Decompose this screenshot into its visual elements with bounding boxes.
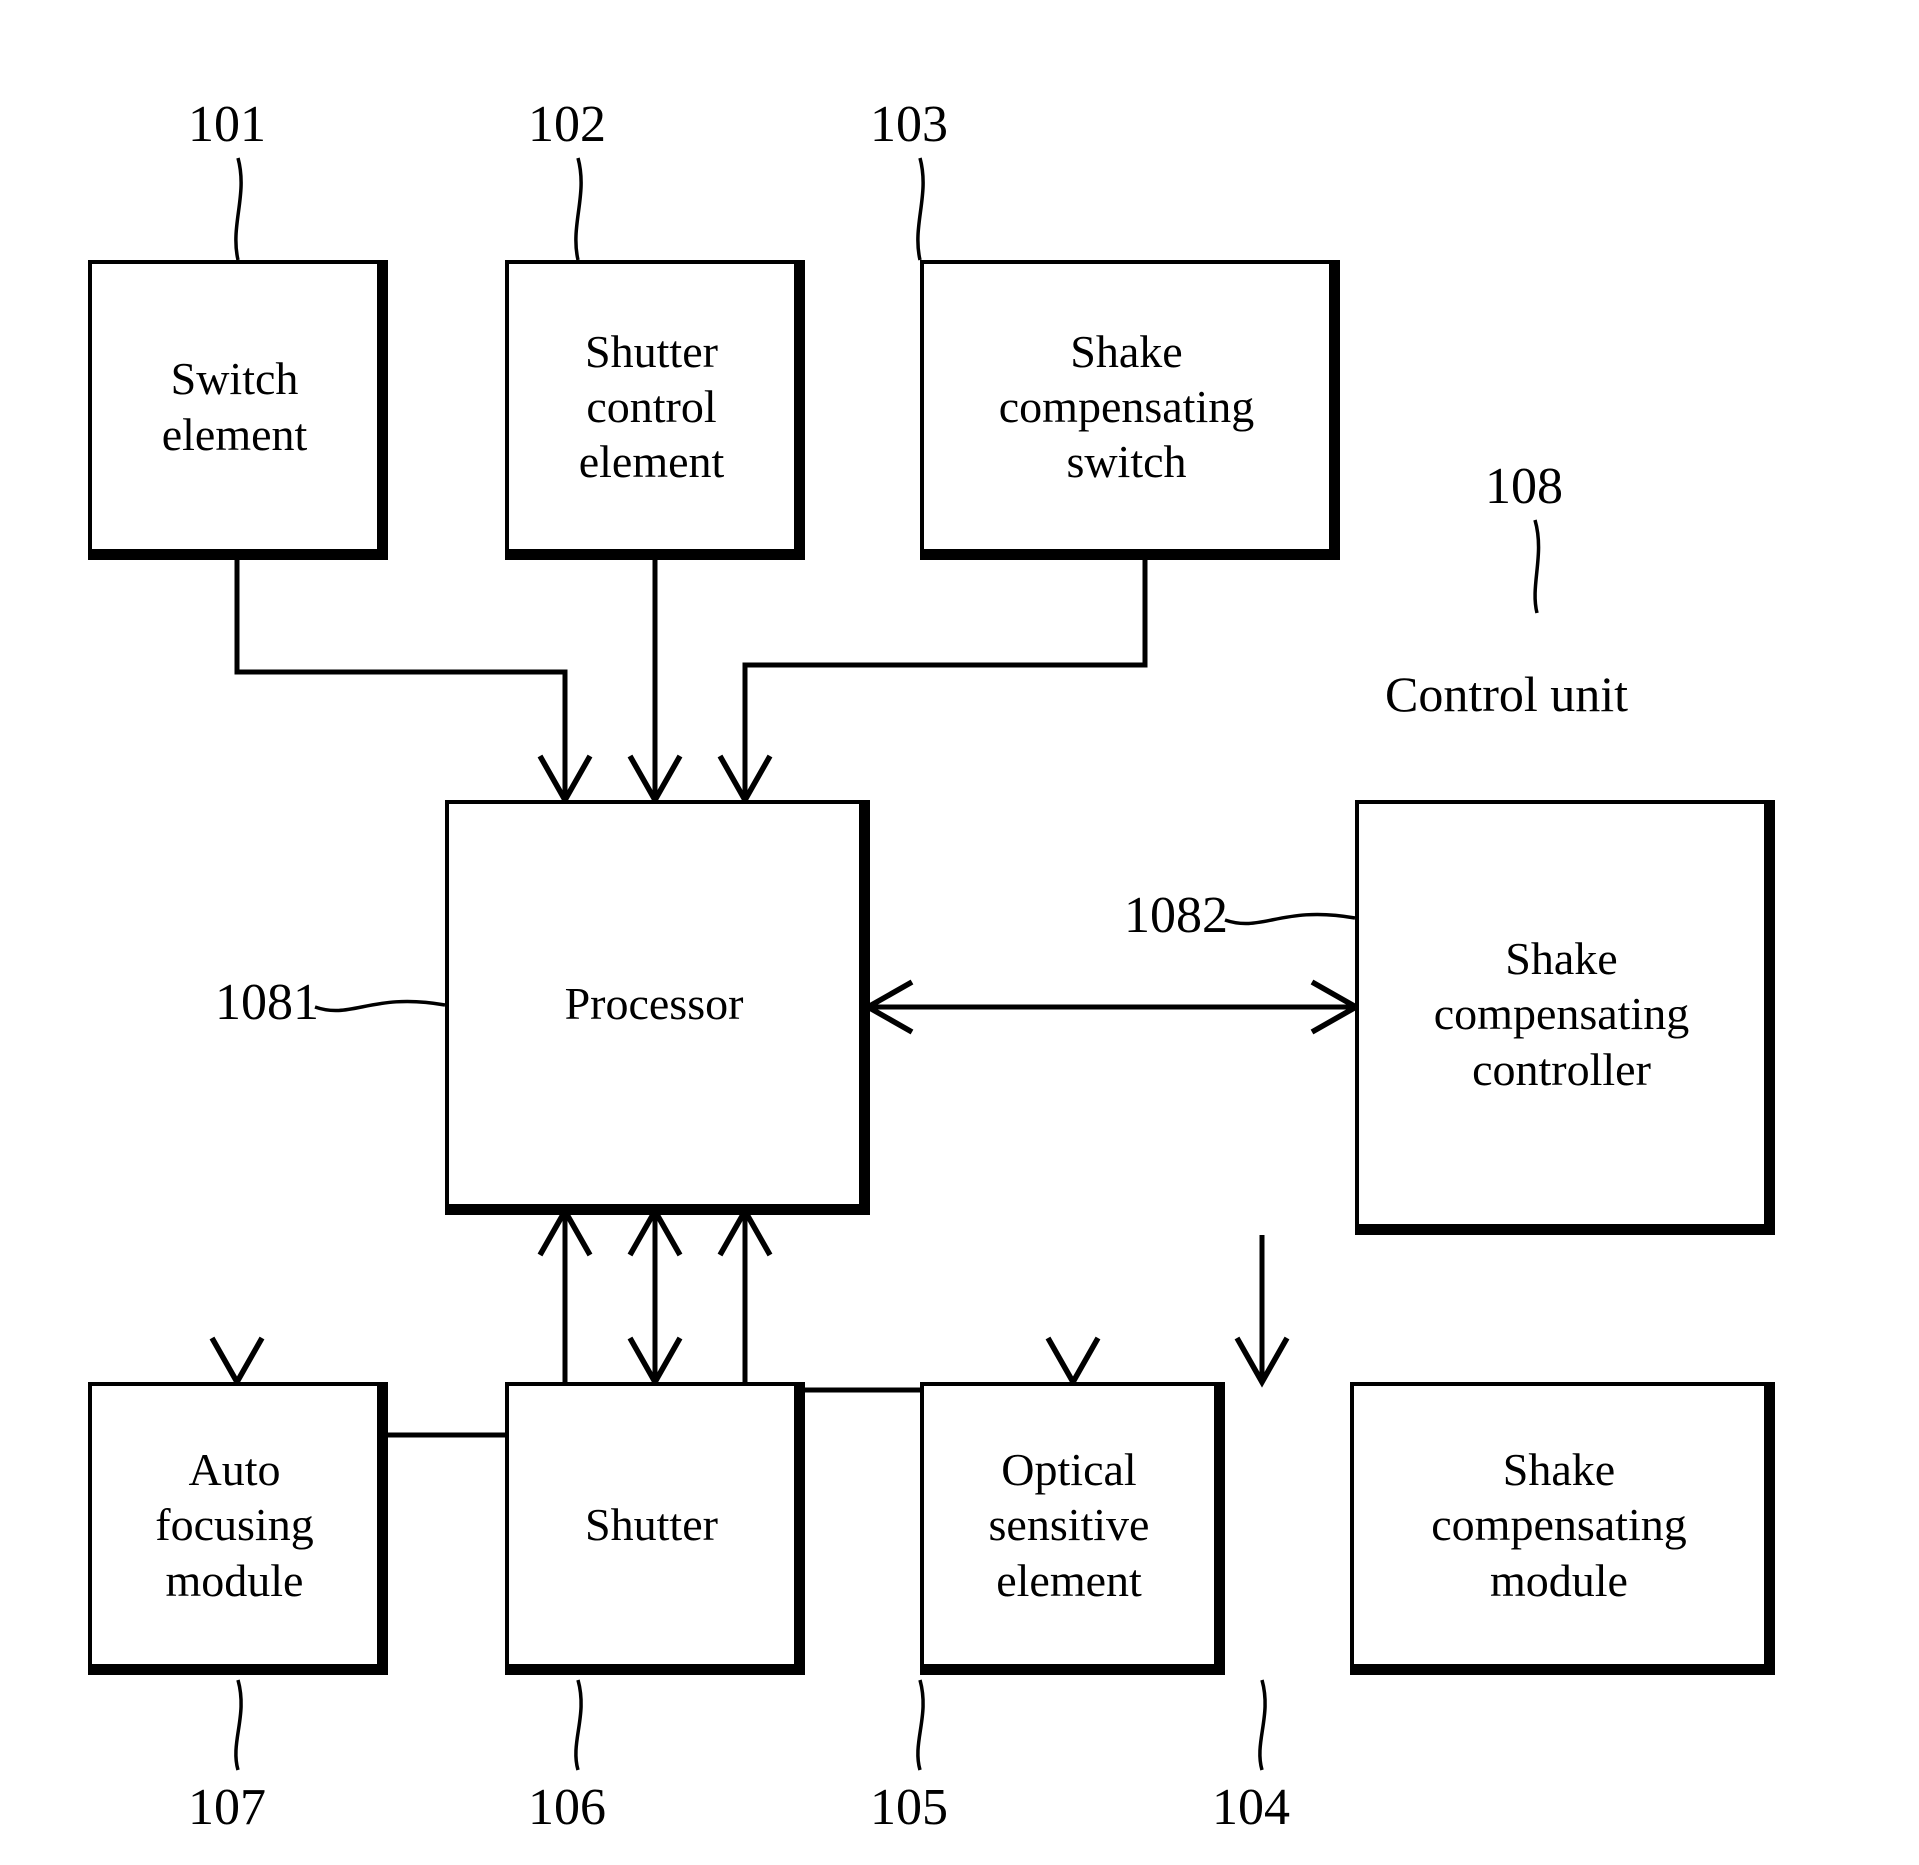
control-unit-label: Control unit bbox=[1385, 666, 1629, 722]
wire-processor-to-optical-sensitive bbox=[742, 1215, 1076, 1393]
block-optical-sensitive-element-label: Optical sensitive element bbox=[988, 1444, 1150, 1606]
block-auto-focusing-module[interactable]: Auto focusing module bbox=[88, 1382, 388, 1675]
ref-leader-102 bbox=[574, 157, 583, 261]
block-auto-focusing-module-label: Auto focusing module bbox=[155, 1444, 314, 1606]
block-processor-label: Processor bbox=[564, 978, 744, 1030]
ref-leader-107 bbox=[234, 1679, 243, 1771]
ref-number-107: 107 bbox=[188, 1779, 266, 1836]
ref-number-105: 105 bbox=[870, 1779, 948, 1836]
block-optical-sensitive-element[interactable]: Optical sensitive element bbox=[920, 1382, 1225, 1675]
block-processor[interactable]: Processor bbox=[445, 800, 870, 1215]
block-shutter[interactable]: Shutter bbox=[505, 1382, 805, 1675]
block-shutter-control-element[interactable]: Shutter control element bbox=[505, 260, 805, 560]
arrowhead-optical-down bbox=[1045, 1336, 1101, 1388]
ref-number-1081: 1081 bbox=[215, 974, 319, 1031]
ref-number-106: 106 bbox=[528, 1779, 606, 1836]
arrowhead-auto-focusing-down bbox=[209, 1336, 265, 1388]
block-switch-element-label: Switch element bbox=[161, 353, 308, 460]
ref-number-103: 103 bbox=[870, 96, 948, 153]
block-shake-compensating-controller[interactable]: Shake compensating controller bbox=[1355, 800, 1775, 1235]
block-shutter-label: Shutter bbox=[585, 1499, 718, 1551]
figure-canvas: 101 102 103 108 1081 1082 107 106 105 10… bbox=[0, 0, 1919, 1865]
wire-shake-switch-to-processor bbox=[742, 560, 1148, 795]
ref-leader-103 bbox=[916, 157, 925, 261]
block-shake-compensating-module[interactable]: Shake compensating module bbox=[1350, 1382, 1775, 1675]
wire-switch-element-to-processor bbox=[234, 560, 568, 795]
ref-leader-101 bbox=[234, 157, 243, 261]
ref-number-101: 101 bbox=[188, 96, 266, 153]
ref-leader-1082 bbox=[1224, 912, 1356, 926]
block-shake-compensating-switch[interactable]: Shake compensating switch bbox=[920, 260, 1340, 560]
block-switch-element[interactable]: Switch element bbox=[88, 260, 388, 560]
block-shake-compensating-module-label: Shake compensating module bbox=[1431, 1444, 1687, 1606]
ref-leader-104 bbox=[1258, 1679, 1267, 1771]
ref-leader-108 bbox=[1533, 519, 1541, 614]
ref-leader-1081 bbox=[314, 999, 446, 1013]
ref-number-102: 102 bbox=[528, 96, 606, 153]
ref-number-1082: 1082 bbox=[1124, 887, 1228, 944]
ref-number-108: 108 bbox=[1485, 458, 1563, 515]
block-shake-compensating-switch-label: Shake compensating switch bbox=[998, 325, 1255, 488]
block-shake-compensating-controller-label: Shake compensating controller bbox=[1433, 933, 1690, 1095]
ref-leader-105 bbox=[916, 1679, 925, 1771]
ref-leader-106 bbox=[574, 1679, 583, 1771]
block-shutter-control-element-label: Shutter control element bbox=[578, 325, 725, 488]
ref-number-104: 104 bbox=[1212, 1779, 1290, 1836]
